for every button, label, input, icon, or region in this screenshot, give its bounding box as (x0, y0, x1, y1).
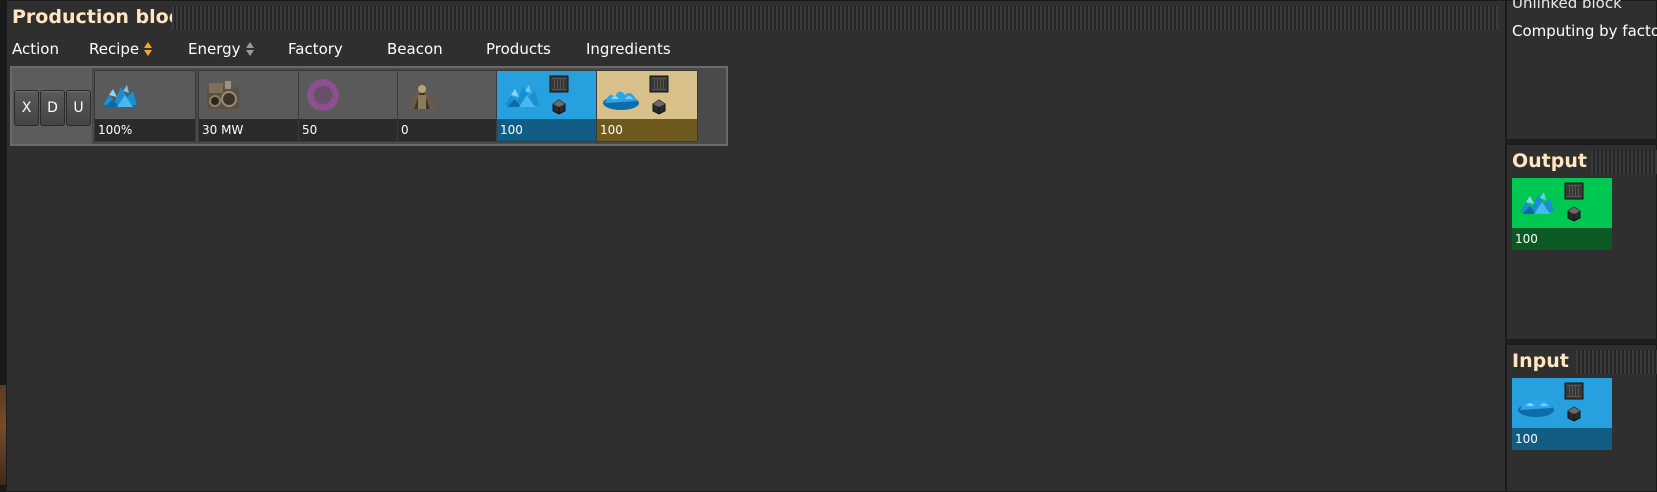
input-drag-handle (1576, 350, 1657, 374)
beacon-tower-icon (408, 81, 436, 109)
coal-fuel-icon (650, 98, 668, 116)
production-block-panel: Production block Action Recipe Energy Fa… (6, 0, 1506, 492)
energy-slot: 30 MW (198, 70, 300, 142)
chest-icon (549, 74, 569, 94)
chest-icon (1564, 181, 1584, 201)
beacon-slot[interactable]: 0 (397, 70, 499, 142)
coal-fuel-icon (550, 98, 568, 116)
input-section: Input 100 (1506, 344, 1657, 492)
panel-title: Production block (12, 6, 193, 28)
delete-button[interactable]: X (14, 90, 39, 126)
block-status-title: Unlinked block (1512, 0, 1622, 12)
ingredients-value: 100 (597, 119, 697, 141)
input-value: 100 (1512, 428, 1612, 450)
block-status-mode: Computing by factor (1512, 22, 1657, 40)
column-header-recipe-label: Recipe (89, 40, 140, 58)
column-header-energy-label: Energy (188, 40, 241, 58)
purple-ring-module-icon (307, 79, 339, 111)
ingredients-slot[interactable]: 100 (596, 70, 698, 142)
output-slot[interactable]: 100 (1512, 178, 1612, 250)
column-header-factory: Factory (288, 40, 343, 58)
coal-fuel-icon (1565, 405, 1583, 423)
blue-crystal-icon (501, 77, 541, 113)
products-slot[interactable]: 100 (496, 70, 598, 142)
input-slot[interactable]: 100 (1512, 378, 1612, 450)
blue-ore-icon (1516, 384, 1556, 420)
input-title: Input (1512, 350, 1569, 372)
beacon-value: 0 (398, 119, 498, 141)
block-status-section: Unlinked block Computing by factor (1506, 0, 1657, 140)
energy-value: 30 MW (199, 119, 299, 141)
column-header-products: Products (486, 40, 551, 58)
block-summary-panel: Unlinked block Computing by factor Outpu… (1506, 0, 1657, 492)
factory-slot[interactable]: 50 (298, 70, 400, 142)
blue-ore-icon (601, 77, 641, 113)
sort-active-icon (144, 42, 153, 56)
chest-icon (1564, 381, 1584, 401)
output-value: 100 (1512, 228, 1612, 250)
action-cell: X D U (12, 68, 92, 144)
column-header-ingredients: Ingredients (586, 40, 671, 58)
move-up-button[interactable]: U (66, 90, 91, 126)
move-down-button[interactable]: D (40, 90, 65, 126)
chest-icon (649, 74, 669, 94)
column-header-beacon: Beacon (387, 40, 443, 58)
output-section: Output 100 (1506, 144, 1657, 340)
column-header-energy[interactable]: Energy (188, 40, 255, 58)
products-value: 100 (497, 119, 597, 141)
factory-value: 50 (299, 119, 399, 141)
blue-crystal-icon (1516, 184, 1556, 220)
recipe-value: 100% (95, 119, 195, 141)
recipe-slot[interactable]: 100% (94, 70, 196, 142)
coal-fuel-icon (1565, 205, 1583, 223)
machine-icon (207, 81, 239, 109)
column-header-recipe[interactable]: Recipe (89, 40, 153, 58)
sort-icon (245, 42, 254, 56)
production-row: X D U 100% 30 MW 50 0 100 100 (10, 66, 728, 146)
panel-header: Production block (6, 0, 1506, 38)
blue-crystal-icon (99, 77, 139, 113)
output-title: Output (1512, 150, 1587, 172)
output-drag-handle (1591, 150, 1657, 174)
drag-handle[interactable] (172, 6, 1498, 30)
column-header-action: Action (12, 40, 59, 58)
